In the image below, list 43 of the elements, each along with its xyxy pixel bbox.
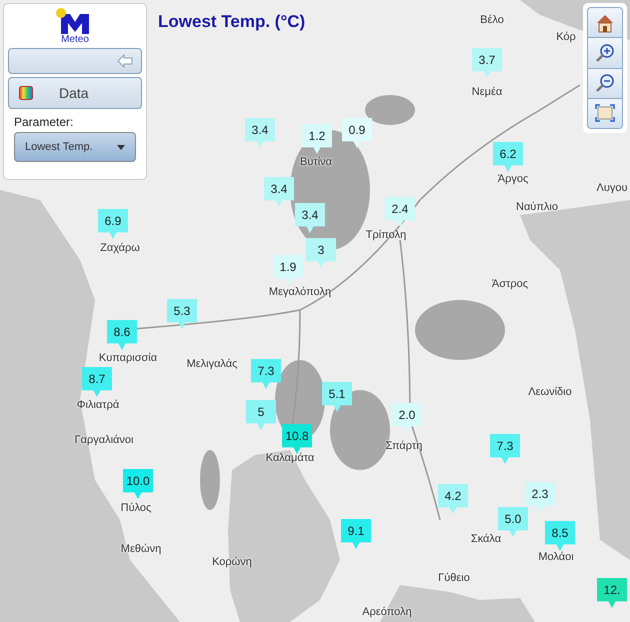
place-label: Άργος — [498, 173, 528, 185]
caret-icon — [117, 144, 125, 150]
place-label: Τρίπολη — [366, 229, 406, 241]
place-label: Άστρος — [492, 278, 528, 290]
place-label: Νεμέα — [472, 86, 502, 98]
zoom-out-icon — [595, 73, 615, 94]
color-palette-icon — [19, 86, 33, 100]
zoom-in-icon — [595, 42, 615, 63]
place-label: Σπάρτη — [386, 440, 422, 452]
zoom-out-button[interactable] — [587, 68, 623, 99]
place-label: Λεωνίδιο — [528, 386, 572, 398]
place-label: Μολάοι — [538, 551, 574, 563]
mountain-area — [365, 95, 415, 125]
place-label: Λυγου — [596, 182, 628, 194]
extent-icon — [595, 104, 615, 122]
mountain-area — [200, 450, 220, 510]
place-label: Φιλιατρά — [76, 399, 120, 411]
place-label: Κορώνη — [212, 556, 252, 568]
place-label: Καλαμάτα — [266, 452, 314, 464]
logo-text: Meteo — [61, 34, 89, 45]
place-label: Ναύπλιο — [516, 201, 558, 213]
place-label: Μεγαλόπολη — [268, 286, 332, 298]
collapse-button[interactable] — [8, 48, 142, 74]
parameter-select[interactable]: Lowest Temp. — [14, 132, 136, 162]
place-label: Κόρ — [556, 31, 576, 43]
place-label: Πύλος — [120, 502, 152, 514]
map-title: Lowest Temp. (°C) — [158, 12, 306, 32]
place-label: Αρεόπολη — [362, 606, 412, 618]
place-label: Μεθώνη — [120, 543, 162, 555]
home-button[interactable] — [587, 7, 623, 38]
house-icon — [595, 12, 615, 33]
parameter-label: Parameter: — [13, 115, 74, 129]
place-label: Ζαχάρω — [100, 242, 140, 254]
place-label: Βέλο — [480, 14, 504, 26]
data-button[interactable]: Data — [8, 77, 142, 109]
place-label: Μελιγαλάς — [186, 358, 238, 370]
place-label: Κυπαρισσία — [98, 352, 158, 364]
place-label: Γαργαλιάνοι — [74, 434, 134, 446]
place-label: Γύθειο — [438, 572, 470, 584]
full-extent-button[interactable] — [587, 98, 623, 129]
arrow-left-icon — [117, 54, 133, 68]
place-label: Βυτίνα — [300, 156, 332, 168]
zoom-in-button[interactable] — [587, 37, 623, 68]
